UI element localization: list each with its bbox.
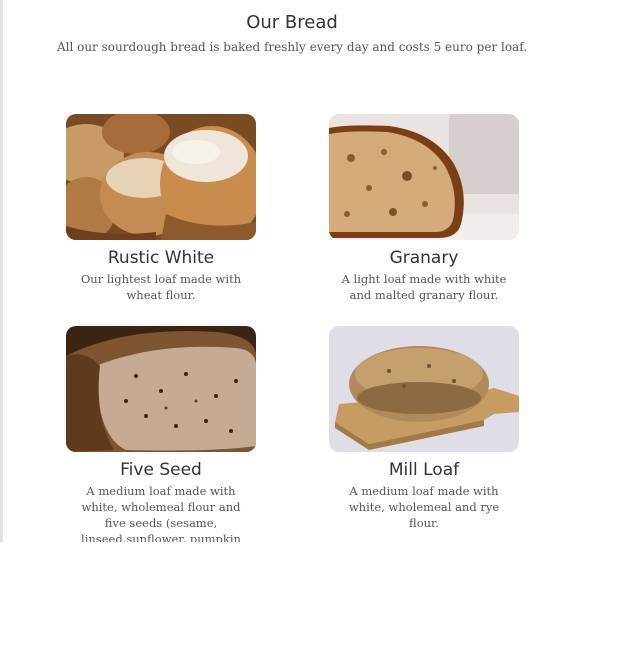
bread-card-mill-loaf: Mill Loaf A medium loaf made with white,… — [329, 326, 519, 531]
bread-description: Our lightest loaf made with wheat flour. — [80, 272, 242, 302]
bread-card-rustic-white: Rustic White Our lightest loaf made with… — [66, 114, 256, 303]
page-title: Our Bread — [246, 12, 338, 33]
bread-name: Five Seed — [120, 460, 202, 480]
page-subtitle: All our sourdough bread is baked freshly… — [56, 40, 528, 54]
bread-description: A medium loaf made with white, wholemeal… — [348, 484, 500, 530]
mill-loaf-photo — [329, 326, 519, 452]
bread-name: Granary — [389, 248, 459, 268]
bread-section: Our Bread All our sourdough bread is bak… — [0, 0, 639, 542]
bread-description: A medium loaf made with white, wholemeal… — [81, 484, 241, 542]
bread-name: Mill Loaf — [388, 460, 460, 480]
granary-photo — [329, 114, 519, 240]
rustic-white-photo — [66, 114, 256, 240]
bread-card-granary: Granary A light loaf made with white and… — [329, 114, 519, 303]
bread-name: Rustic White — [107, 248, 215, 268]
bread-description: A light loaf made with white and malted … — [341, 272, 507, 302]
bread-card-five-seed: Five Seed A medium loaf made with white,… — [66, 326, 256, 542]
five-seed-photo — [66, 326, 256, 452]
